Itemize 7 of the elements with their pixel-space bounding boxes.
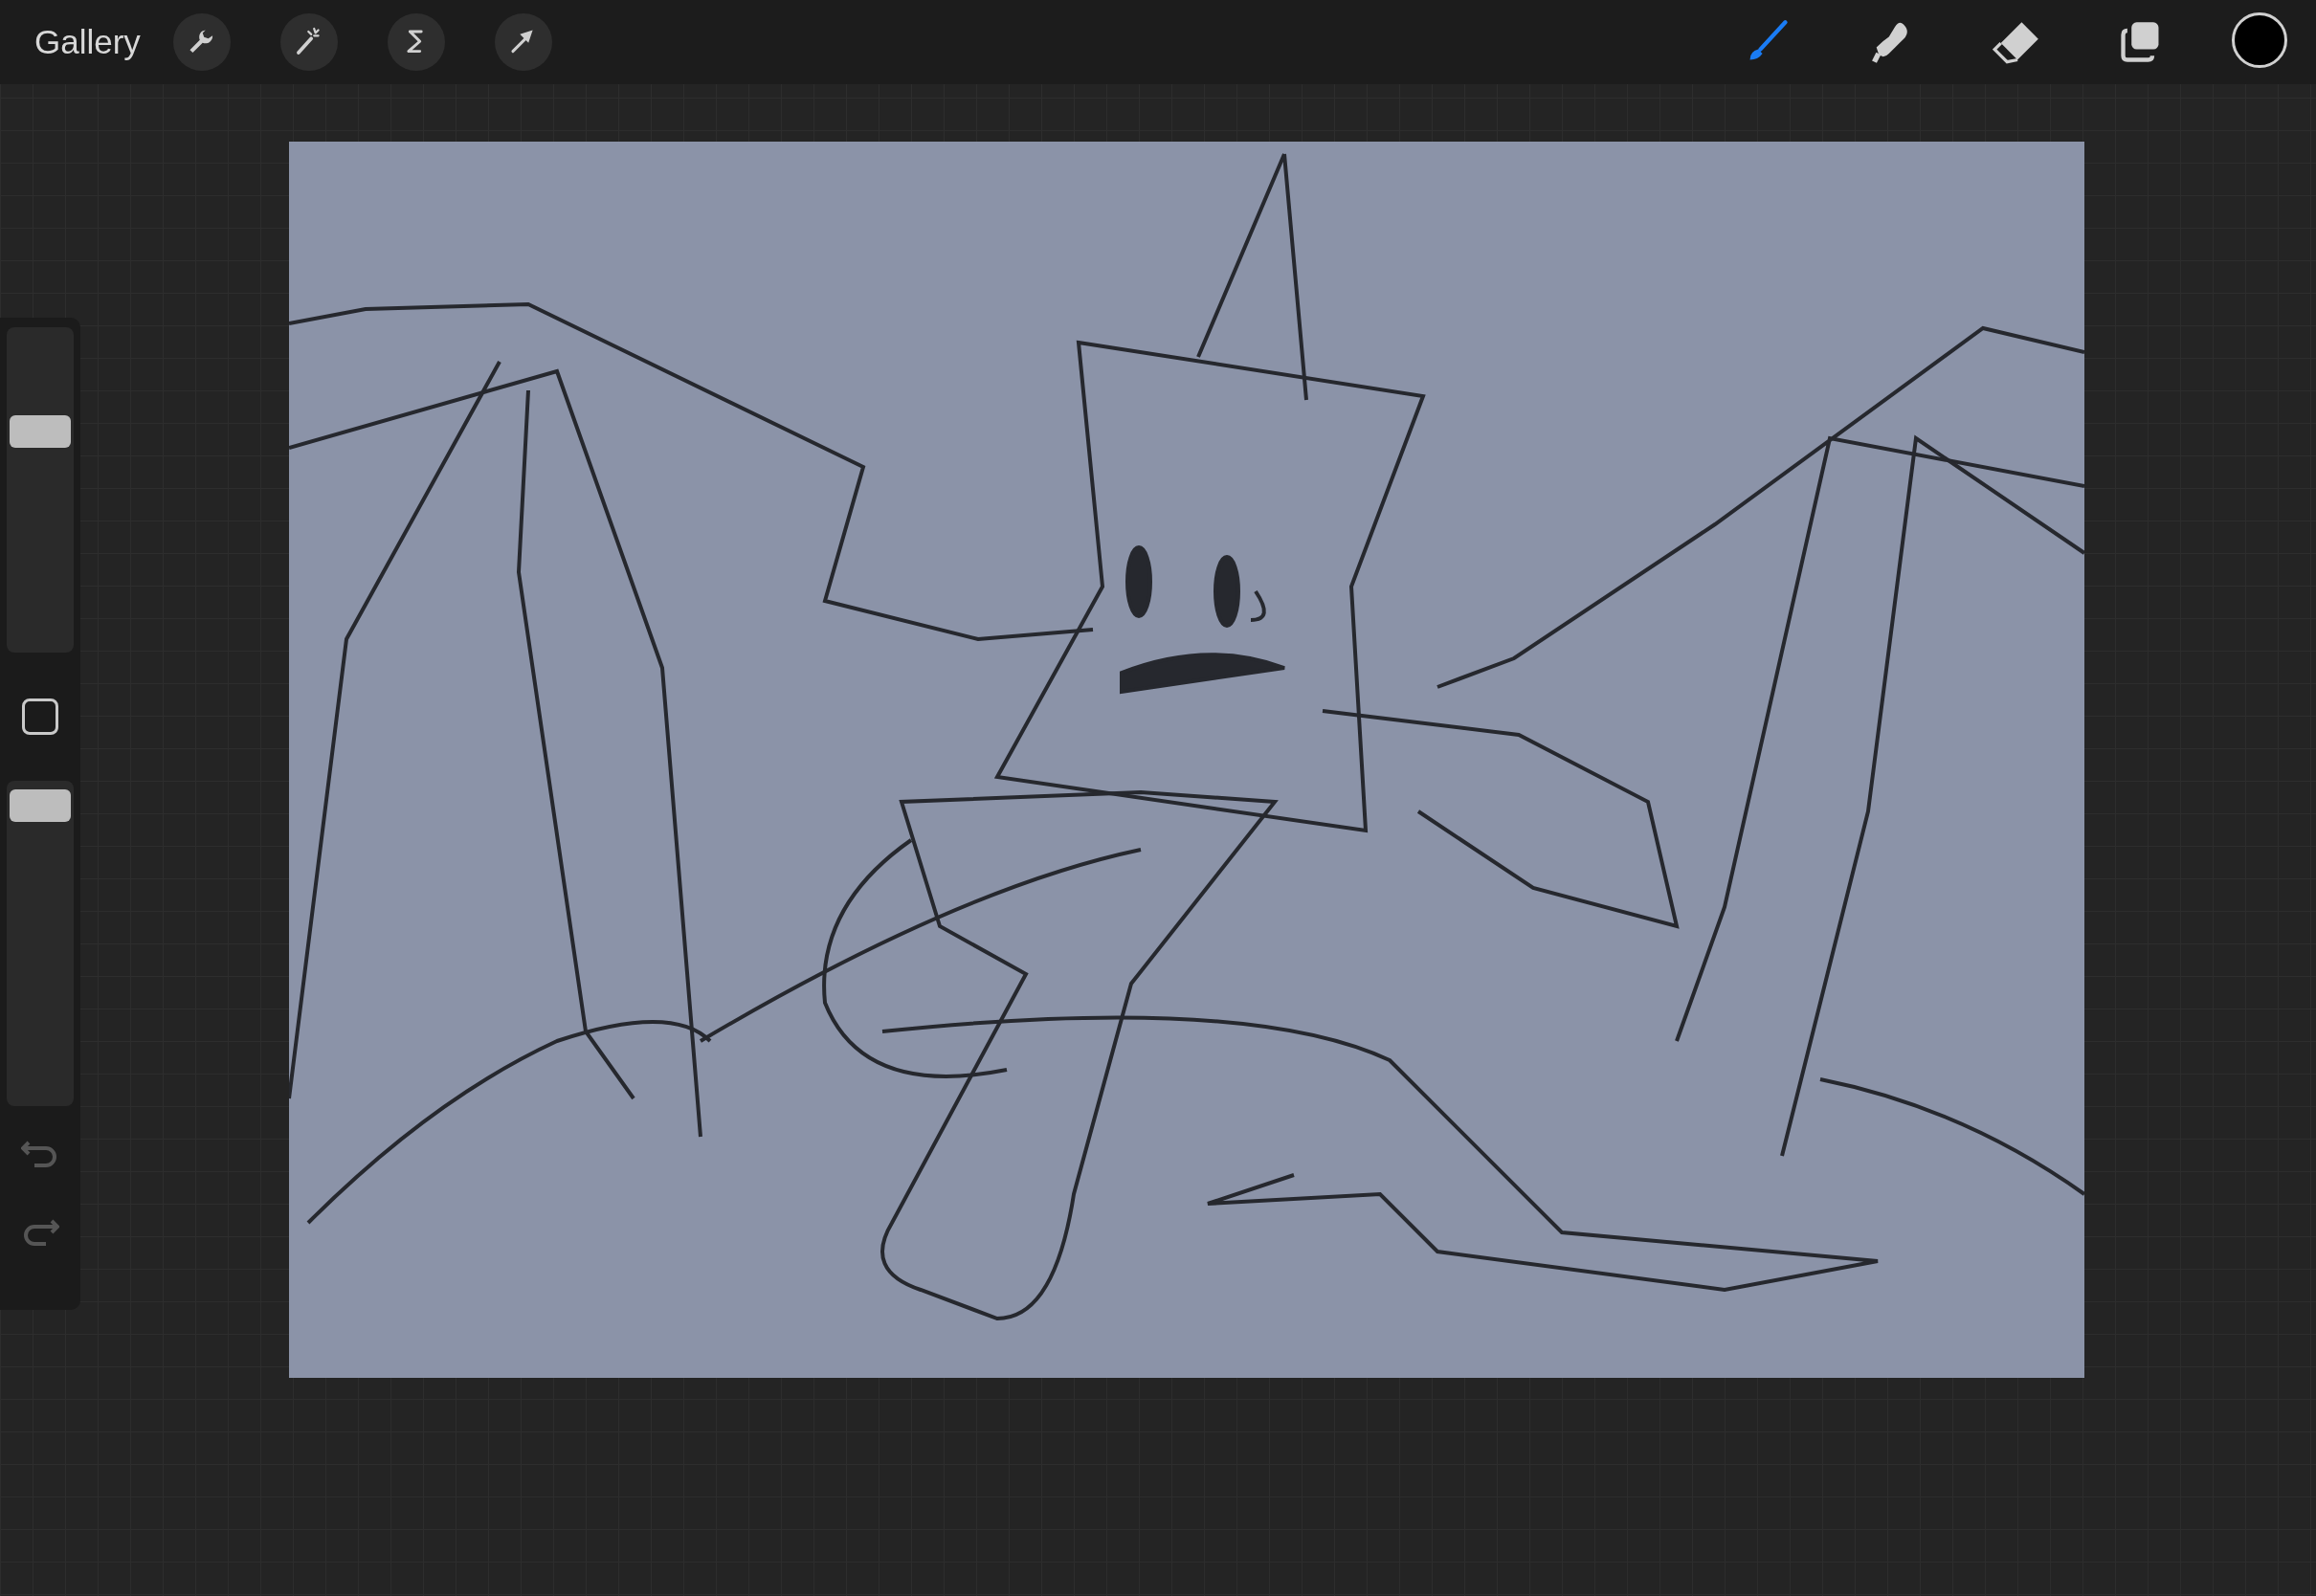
color-swatch[interactable] [2232, 12, 2287, 68]
opacity-slider[interactable] [7, 781, 74, 1106]
gallery-button[interactable]: Gallery [29, 16, 146, 68]
brush-size-slider[interactable] [7, 327, 74, 653]
slider-thumb[interactable] [10, 789, 71, 823]
slider-thumb[interactable] [10, 414, 71, 448]
modify-button[interactable] [22, 698, 58, 735]
